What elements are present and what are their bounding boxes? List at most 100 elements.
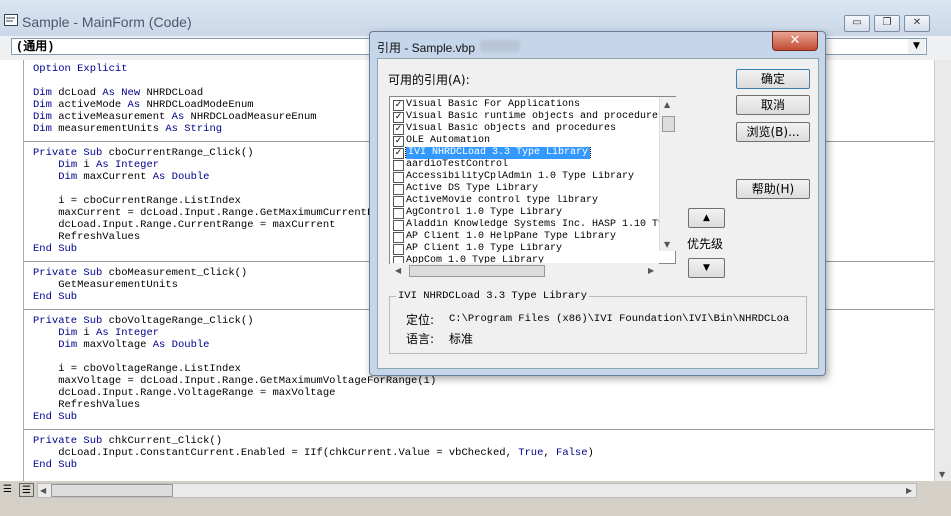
reference-item[interactable]: AccessibilityCplAdmin 1.0 Type Library	[392, 171, 660, 183]
scroll-right-icon[interactable]: ▶	[906, 486, 912, 495]
restore-button[interactable]: ❐	[874, 15, 900, 32]
scroll-down-icon[interactable]: ▼	[939, 470, 945, 479]
language-value: 标准	[449, 332, 474, 346]
reference-checkbox[interactable]	[393, 184, 404, 195]
priority-up-button[interactable]: ▲	[688, 208, 725, 228]
reference-item[interactable]: AP Client 1.0 Type Library	[392, 243, 660, 255]
code-line[interactable]: dcLoad.Input.Range.CurrentRange = maxCur…	[33, 219, 335, 231]
reference-item[interactable]: ✓ OLE Automation	[392, 135, 660, 147]
minimize-icon: ▭	[852, 17, 862, 28]
close-button[interactable]: ✕	[904, 15, 930, 32]
procedure-view-icon[interactable]: ☰	[3, 484, 17, 496]
scroll-left-icon[interactable]: ◀	[395, 266, 401, 275]
reference-item[interactable]: AgControl 1.0 Type Library	[392, 207, 660, 219]
arrow-up-icon: ▲	[703, 213, 710, 223]
reference-item[interactable]: aardioTestControl	[392, 159, 660, 171]
reference-item[interactable]: ActiveMovie control type library	[392, 195, 660, 207]
references-list[interactable]: ✓ Visual Basic For Applications ✓ Visual Ba…	[389, 96, 676, 264]
scroll-down-icon[interactable]: ▼	[664, 240, 670, 249]
code-line[interactable]: Dim i As Integer	[33, 327, 159, 339]
reference-checkbox[interactable]	[393, 160, 404, 171]
code-line[interactable]: dcLoad.Input.Range.VoltageRange = maxVol…	[33, 387, 335, 399]
full-module-view-icon[interactable]: ☰	[19, 483, 34, 497]
chevron-down-icon[interactable]: ▼	[908, 39, 925, 54]
code-line[interactable]: Private Sub cboVoltageRange_Click()	[33, 315, 254, 327]
dialog-close-button[interactable]: ✕	[772, 31, 818, 51]
list-horizontal-scrollbar[interactable]: ◀ ▶	[390, 263, 659, 278]
code-line[interactable]: Dim activeMeasurement As NHRDCLoadMeasur…	[33, 111, 317, 123]
code-line[interactable]: maxVoltage = dcLoad.Input.Range.GetMaxim…	[33, 375, 436, 387]
reference-item[interactable]: ✓ Visual Basic runtime objects and proced…	[392, 111, 660, 123]
reference-checkbox[interactable]	[393, 208, 404, 219]
code-line[interactable]: End Sub	[33, 243, 77, 255]
code-line[interactable]: Dim activeMode As NHRDCLoadModeEnum	[33, 99, 254, 111]
reference-item[interactable]: Active DS Type Library	[392, 183, 660, 195]
help-button[interactable]: 帮助(H)	[736, 179, 810, 199]
reference-checkbox[interactable]	[393, 172, 404, 183]
scroll-left-icon[interactable]: ◀	[40, 486, 46, 495]
reference-label: AgControl 1.0 Type Library	[406, 207, 563, 218]
cancel-button[interactable]: 取消	[736, 95, 810, 115]
ok-button[interactable]: 确定	[736, 69, 810, 89]
reference-checkbox[interactable]: ✓	[393, 124, 404, 135]
procedure-separator	[24, 429, 934, 430]
list-vertical-scrollbar[interactable]: ▲ ▼	[659, 97, 676, 251]
code-line[interactable]: RefreshValues	[33, 399, 140, 411]
code-line[interactable]: End Sub	[33, 459, 77, 471]
priority-down-button[interactable]: ▼	[688, 258, 725, 278]
code-line[interactable]: Option Explicit	[33, 63, 128, 75]
code-line[interactable]: Private Sub chkCurrent_Click()	[33, 435, 222, 447]
close-icon: ✕	[912, 17, 922, 28]
code-line[interactable]: Dim maxVoltage As Double	[33, 339, 209, 351]
reference-checkbox[interactable]: ✓	[393, 112, 404, 123]
reference-item[interactable]: Aladdin Knowledge Systems Inc. HASP 1.10…	[392, 219, 660, 231]
reference-label: aardioTestControl	[406, 159, 509, 170]
code-line[interactable]: End Sub	[33, 291, 77, 303]
location-value: C:\Program Files (x86)\IVI Foundation\IV…	[449, 313, 789, 325]
code-line[interactable]: Dim maxCurrent As Double	[33, 171, 209, 183]
reference-item[interactable]: ✓ Visual Basic objects and procedures	[392, 123, 660, 135]
code-line[interactable]: RefreshValues	[33, 231, 140, 243]
code-line[interactable]: i = cboCurrentRange.ListIndex	[33, 195, 241, 207]
reference-checkbox[interactable]: ✓	[393, 100, 404, 111]
code-line[interactable]: dcLoad.Input.ConstantCurrent.Enabled = I…	[33, 447, 594, 459]
reference-checkbox[interactable]	[393, 244, 404, 255]
dialog-title: 引用 - Sample.vbp	[377, 41, 476, 55]
browse-button[interactable]: 浏览(B)...	[736, 122, 810, 142]
code-line[interactable]: GetMeasurementUnits	[33, 279, 178, 291]
arrow-down-icon: ▼	[703, 263, 710, 273]
code-vertical-scrollbar[interactable]: ▼	[934, 60, 951, 481]
reference-item[interactable]: AP Client 1.0 HelpPane Type Library	[392, 231, 660, 243]
horizontal-scroll-thumb[interactable]	[51, 484, 173, 497]
reference-item[interactable]: ✓ IVI NHRDCLoad 3.3 Type Library	[392, 147, 660, 159]
reference-label: OLE Automation	[406, 135, 491, 146]
minimize-button[interactable]: ▭	[844, 15, 870, 32]
reference-item[interactable]: ✓ Visual Basic For Applications	[392, 99, 660, 111]
blurred-title-region	[480, 40, 520, 52]
reference-label: IVI NHRDCLoad 3.3 Type Library	[404, 147, 592, 159]
reference-label: Aladdin Knowledge Systems Inc. HASP 1.10…	[406, 219, 660, 230]
list-scroll-thumb[interactable]	[662, 116, 675, 132]
reference-checkbox[interactable]: ✓	[393, 136, 404, 147]
reference-checkbox[interactable]	[393, 232, 404, 243]
list-hscroll-thumb[interactable]	[409, 265, 545, 277]
scroll-up-icon[interactable]: ▲	[664, 100, 670, 109]
reference-checkbox[interactable]: ✓	[393, 148, 404, 159]
reference-label: Active DS Type Library	[406, 183, 539, 194]
scroll-right-icon[interactable]: ▶	[648, 266, 654, 275]
reference-checkbox[interactable]	[393, 196, 404, 207]
reference-checkbox[interactable]	[393, 220, 404, 231]
code-line[interactable]: Private Sub cboMeasurement_Click()	[33, 267, 247, 279]
reference-info-title: IVI NHRDCLoad 3.3 Type Library	[396, 290, 590, 302]
code-line[interactable]: Dim i As Integer	[33, 159, 159, 171]
code-line[interactable]: maxCurrent = dcLoad.Input.Range.GetMaxim…	[33, 207, 386, 219]
available-references-label: 可用的引用(A):	[388, 73, 470, 87]
window-title: Sample - MainForm (Code)	[22, 14, 192, 30]
code-line[interactable]: Private Sub cboCurrentRange_Click()	[33, 147, 254, 159]
code-window-icon	[4, 14, 18, 26]
code-line[interactable]: i = cboVoltageRange.ListIndex	[33, 363, 241, 375]
code-line[interactable]: Dim dcLoad As New NHRDCLoad	[33, 87, 203, 99]
reference-label: ActiveMovie control type library	[406, 195, 599, 206]
code-line[interactable]: End Sub	[33, 411, 77, 423]
code-line[interactable]: Dim measurementUnits As String	[33, 123, 222, 135]
